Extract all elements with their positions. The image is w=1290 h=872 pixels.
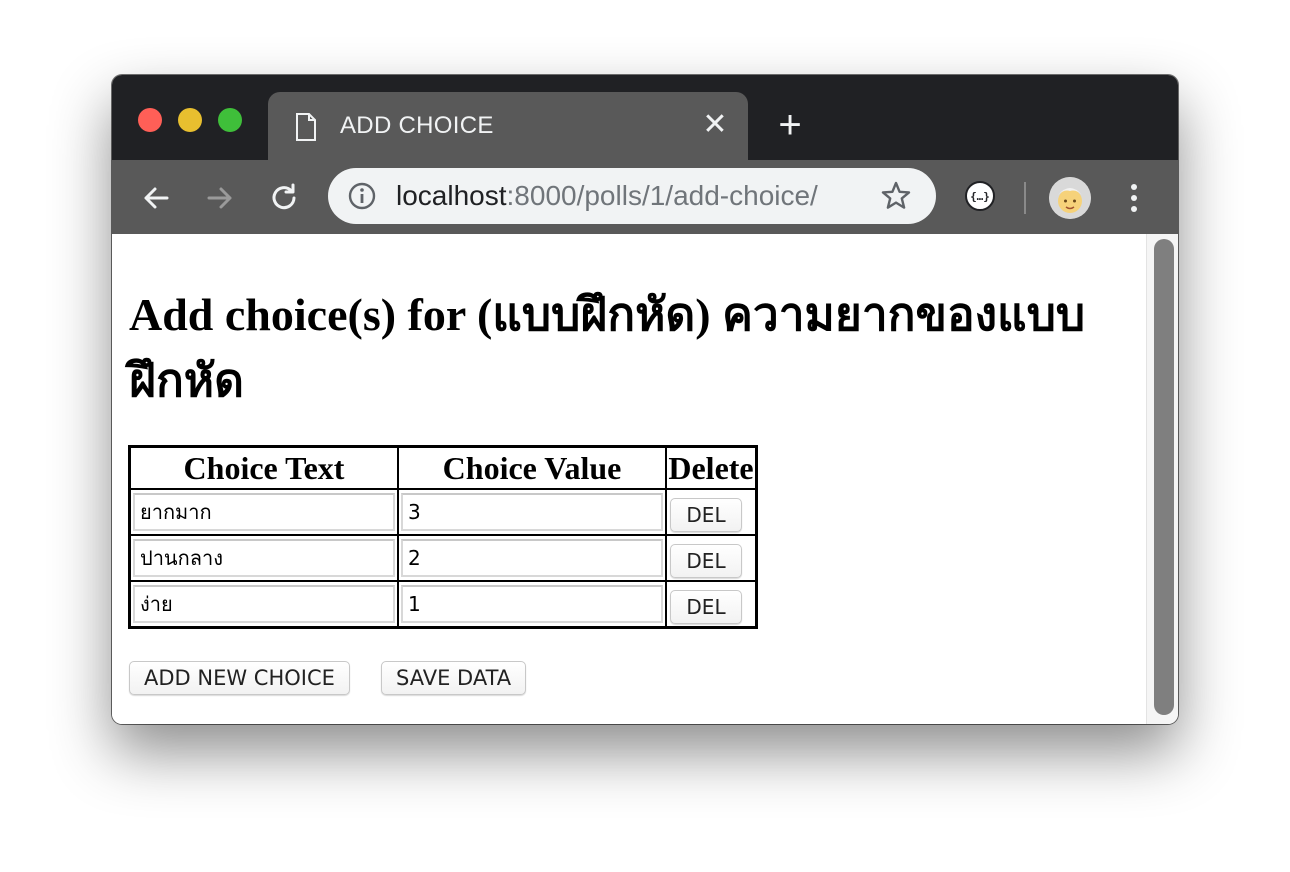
choice-value-cell: 2	[398, 535, 666, 581]
svg-text:{…}: {…}	[970, 190, 990, 203]
page-heading: Add choice(s) for (แบบฝึกหัด) ความยากของ…	[129, 289, 1086, 406]
scrollbar-thumb[interactable]	[1154, 239, 1174, 715]
choice-value-input[interactable]: 1	[401, 585, 663, 623]
tab-close-icon[interactable]: ✕	[698, 108, 732, 142]
json-extension-icon[interactable]: {…}	[964, 180, 996, 212]
choice-text-input[interactable]: ปานกลาง	[133, 539, 395, 577]
avatar-face-icon	[1049, 177, 1091, 219]
url-text[interactable]: localhost:8000/polls/1/add-choice/	[396, 180, 818, 212]
forward-arrow-icon[interactable]	[201, 179, 239, 217]
back-arrow-icon[interactable]	[137, 179, 175, 217]
choice-value-cell: 3	[398, 489, 666, 535]
choice-text-input[interactable]: ยากมาก	[133, 493, 395, 531]
address-bar[interactable]: localhost:8000/polls/1/add-choice/	[328, 168, 936, 224]
choices-table: Choice Text Choice Value Delete ยากมาก 3…	[128, 445, 758, 629]
column-header-choice-value: Choice Value	[398, 447, 666, 489]
url-host: localhost	[396, 180, 507, 211]
profile-avatar[interactable]	[1049, 177, 1091, 219]
delete-button[interactable]: DEL	[670, 589, 742, 624]
table-row: ปานกลาง 2 DEL	[130, 535, 756, 581]
choice-text-cell: ง่าย	[130, 581, 398, 627]
page-content: Add choice(s) for (แบบฝึกหัด) ความยากของ…	[112, 234, 1146, 724]
table-row: ง่าย 1 DEL	[130, 581, 756, 627]
choice-text-cell: ปานกลาง	[130, 535, 398, 581]
toolbar-separator	[1024, 182, 1026, 214]
close-window-button[interactable]	[138, 108, 162, 132]
choice-text-input[interactable]: ง่าย	[133, 585, 395, 623]
info-icon[interactable]	[348, 182, 376, 210]
new-tab-button[interactable]: +	[772, 105, 808, 145]
delete-button[interactable]: DEL	[670, 543, 742, 578]
column-header-delete: Delete	[666, 447, 756, 489]
save-data-button[interactable]: SAVE DATA	[381, 661, 527, 695]
tab-title: ADD CHOICE	[340, 112, 494, 139]
column-header-choice-text: Choice Text	[130, 447, 398, 489]
kebab-menu-icon[interactable]	[1122, 180, 1146, 216]
delete-cell: DEL	[666, 535, 756, 581]
delete-button[interactable]: DEL	[670, 497, 742, 532]
url-path: :8000/polls/1/add-choice/	[506, 180, 818, 211]
browser-window: ADD CHOICE ✕ + localhost:8000/polls/1/ad…	[112, 75, 1178, 724]
minimize-window-button[interactable]	[178, 108, 202, 132]
choice-value-input[interactable]: 3	[401, 493, 663, 531]
delete-cell: DEL	[666, 489, 756, 535]
page-icon	[296, 113, 316, 141]
delete-cell: DEL	[666, 581, 756, 627]
add-new-choice-button[interactable]: ADD NEW CHOICE	[129, 661, 350, 695]
zoom-window-button[interactable]	[218, 108, 242, 132]
choice-text-cell: ยากมาก	[130, 489, 398, 535]
choice-value-cell: 1	[398, 581, 666, 627]
choice-value-input[interactable]: 2	[401, 539, 663, 577]
tab-add-choice[interactable]: ADD CHOICE ✕	[268, 92, 748, 160]
scrollbar-track[interactable]	[1146, 234, 1178, 724]
table-header-row: Choice Text Choice Value Delete	[130, 447, 756, 489]
star-icon[interactable]	[880, 180, 912, 212]
table-row: ยากมาก 3 DEL	[130, 489, 756, 535]
browser-toolbar: localhost:8000/polls/1/add-choice/ {…}	[112, 160, 1178, 234]
reload-icon[interactable]	[265, 179, 303, 217]
title-bar: ADD CHOICE ✕ +	[112, 75, 1178, 160]
